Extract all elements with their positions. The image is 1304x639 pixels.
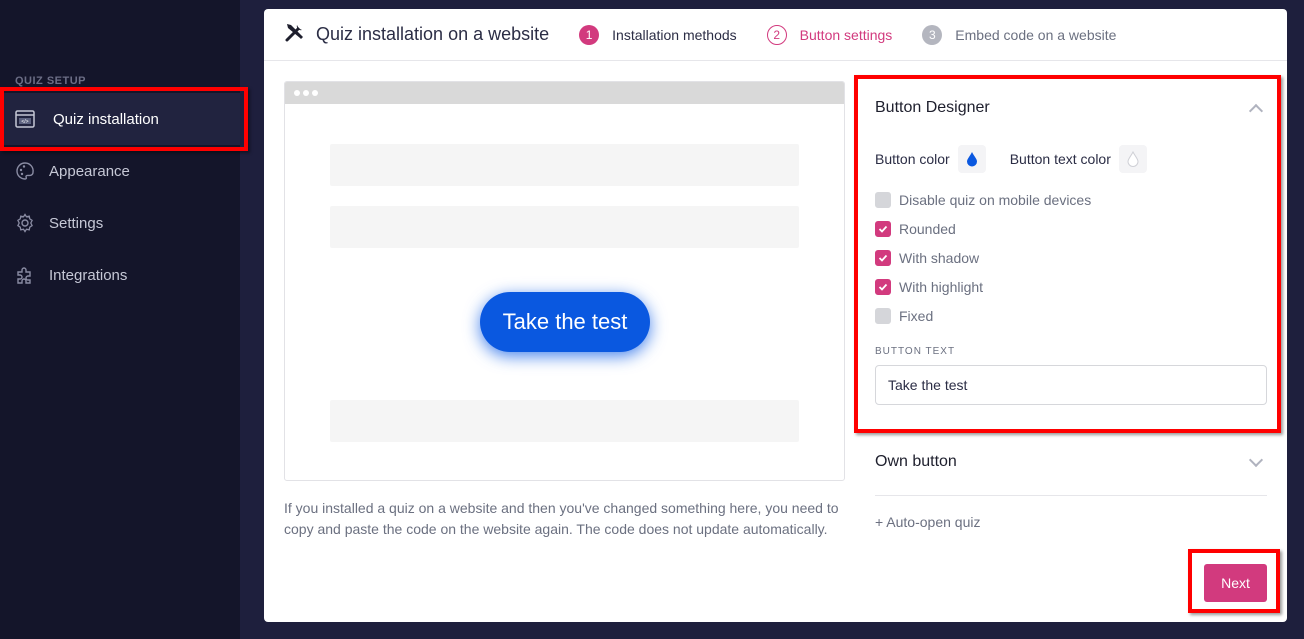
divider	[875, 495, 1267, 496]
button-designer-header[interactable]: Button Designer	[875, 99, 1267, 119]
step-number: 2	[766, 24, 787, 45]
button-text-color-label: Button text color	[1009, 151, 1111, 167]
checkbox-checked[interactable]	[875, 278, 891, 295]
options-list: Disable quiz on mobile devices Rounded W…	[875, 185, 1267, 330]
sidebar: QUIZ SETUP </> Quiz installation Appeara…	[0, 0, 240, 639]
step-installation-methods[interactable]: 1 Installation methods	[579, 24, 737, 45]
step-label: Button settings	[799, 26, 893, 43]
own-button-section: Own button	[875, 452, 1267, 496]
option-with-highlight[interactable]: With highlight	[875, 272, 1267, 301]
sidebar-item-appearance[interactable]: Appearance	[0, 145, 240, 197]
check-icon	[878, 283, 888, 291]
option-rounded[interactable]: Rounded	[875, 214, 1267, 243]
check-icon	[878, 254, 888, 262]
button-text-input[interactable]	[875, 365, 1267, 405]
step-button-settings[interactable]: 2 Button settings	[766, 24, 893, 45]
step-number: 3	[922, 24, 943, 45]
window-dot-icon	[312, 90, 318, 96]
sidebar-item-label: Quiz installation	[53, 110, 159, 128]
check-icon	[878, 225, 888, 233]
button-color-label: Button color	[875, 151, 950, 167]
color-pickers: Button color Button text color	[875, 145, 1267, 173]
placeholder-block	[330, 400, 799, 442]
own-button-header[interactable]: Own button	[875, 452, 1267, 471]
option-label: With highlight	[899, 278, 984, 295]
next-button[interactable]: Next	[1204, 564, 1267, 602]
window-dot-icon	[294, 90, 300, 96]
option-label: With shadow	[899, 249, 980, 266]
button-color-picker[interactable]	[957, 145, 986, 173]
puzzle-icon	[14, 264, 36, 286]
droplet-icon	[966, 152, 977, 167]
placeholder-block	[330, 206, 799, 248]
option-label: Rounded	[899, 220, 956, 237]
chevron-down-icon[interactable]	[1248, 452, 1264, 468]
checkbox-unchecked[interactable]	[875, 307, 891, 324]
main-card: Quiz installation on a website 1 Install…	[264, 9, 1287, 622]
tools-icon	[284, 21, 306, 48]
step-label: Installation methods	[612, 26, 737, 43]
checkbox-checked[interactable]	[875, 220, 891, 237]
palette-icon	[14, 160, 36, 182]
sidebar-item-integrations[interactable]: Integrations	[0, 249, 240, 301]
code-window-icon: </>	[14, 108, 36, 130]
button-text-color-picker[interactable]	[1118, 145, 1147, 173]
option-label: Fixed	[899, 307, 934, 324]
sidebar-item-quiz-installation[interactable]: </> Quiz installation	[0, 93, 240, 145]
browser-bar	[285, 82, 844, 104]
button-designer-title: Button Designer	[875, 99, 990, 116]
sidebar-item-label: Integrations	[49, 266, 128, 284]
button-text-label: BUTTON TEXT	[875, 346, 956, 357]
placeholder-block	[330, 144, 799, 186]
checkbox-checked[interactable]	[875, 249, 891, 266]
update-notice: If you installed a quiz on a website and…	[284, 500, 839, 537]
own-button-title: Own button	[875, 453, 957, 470]
option-label: Disable quiz on mobile devices	[899, 191, 1092, 208]
chevron-up-icon[interactable]	[1248, 103, 1264, 119]
option-disable-mobile[interactable]: Disable quiz on mobile devices	[875, 185, 1267, 214]
step-number: 1	[579, 24, 600, 45]
page-header: Quiz installation on a website 1 Install…	[264, 9, 1287, 61]
sidebar-item-settings[interactable]: Settings	[0, 197, 240, 249]
option-with-shadow[interactable]: With shadow	[875, 243, 1267, 272]
auto-open-quiz-link[interactable]: + Auto-open quiz	[875, 514, 980, 530]
svg-text:</>: </>	[21, 119, 28, 125]
window-dot-icon	[303, 90, 309, 96]
button-designer-panel: Button Designer Button color Button text…	[875, 99, 1267, 405]
step-embed-code[interactable]: 3 Embed code on a website	[922, 24, 1117, 45]
droplet-outline-icon	[1127, 151, 1139, 167]
page-title: Quiz installation on a website	[316, 24, 550, 44]
checkbox-unchecked[interactable]	[875, 191, 891, 208]
website-preview: Take the test	[284, 81, 845, 481]
gear-icon	[14, 212, 36, 234]
preview-quiz-button[interactable]: Take the test	[480, 292, 650, 352]
step-label: Embed code on a website	[955, 26, 1117, 43]
sidebar-item-label: Settings	[49, 214, 104, 232]
sidebar-section-title: QUIZ SETUP	[15, 75, 87, 87]
option-fixed[interactable]: Fixed	[875, 301, 1267, 330]
sidebar-item-label: Appearance	[49, 162, 130, 180]
